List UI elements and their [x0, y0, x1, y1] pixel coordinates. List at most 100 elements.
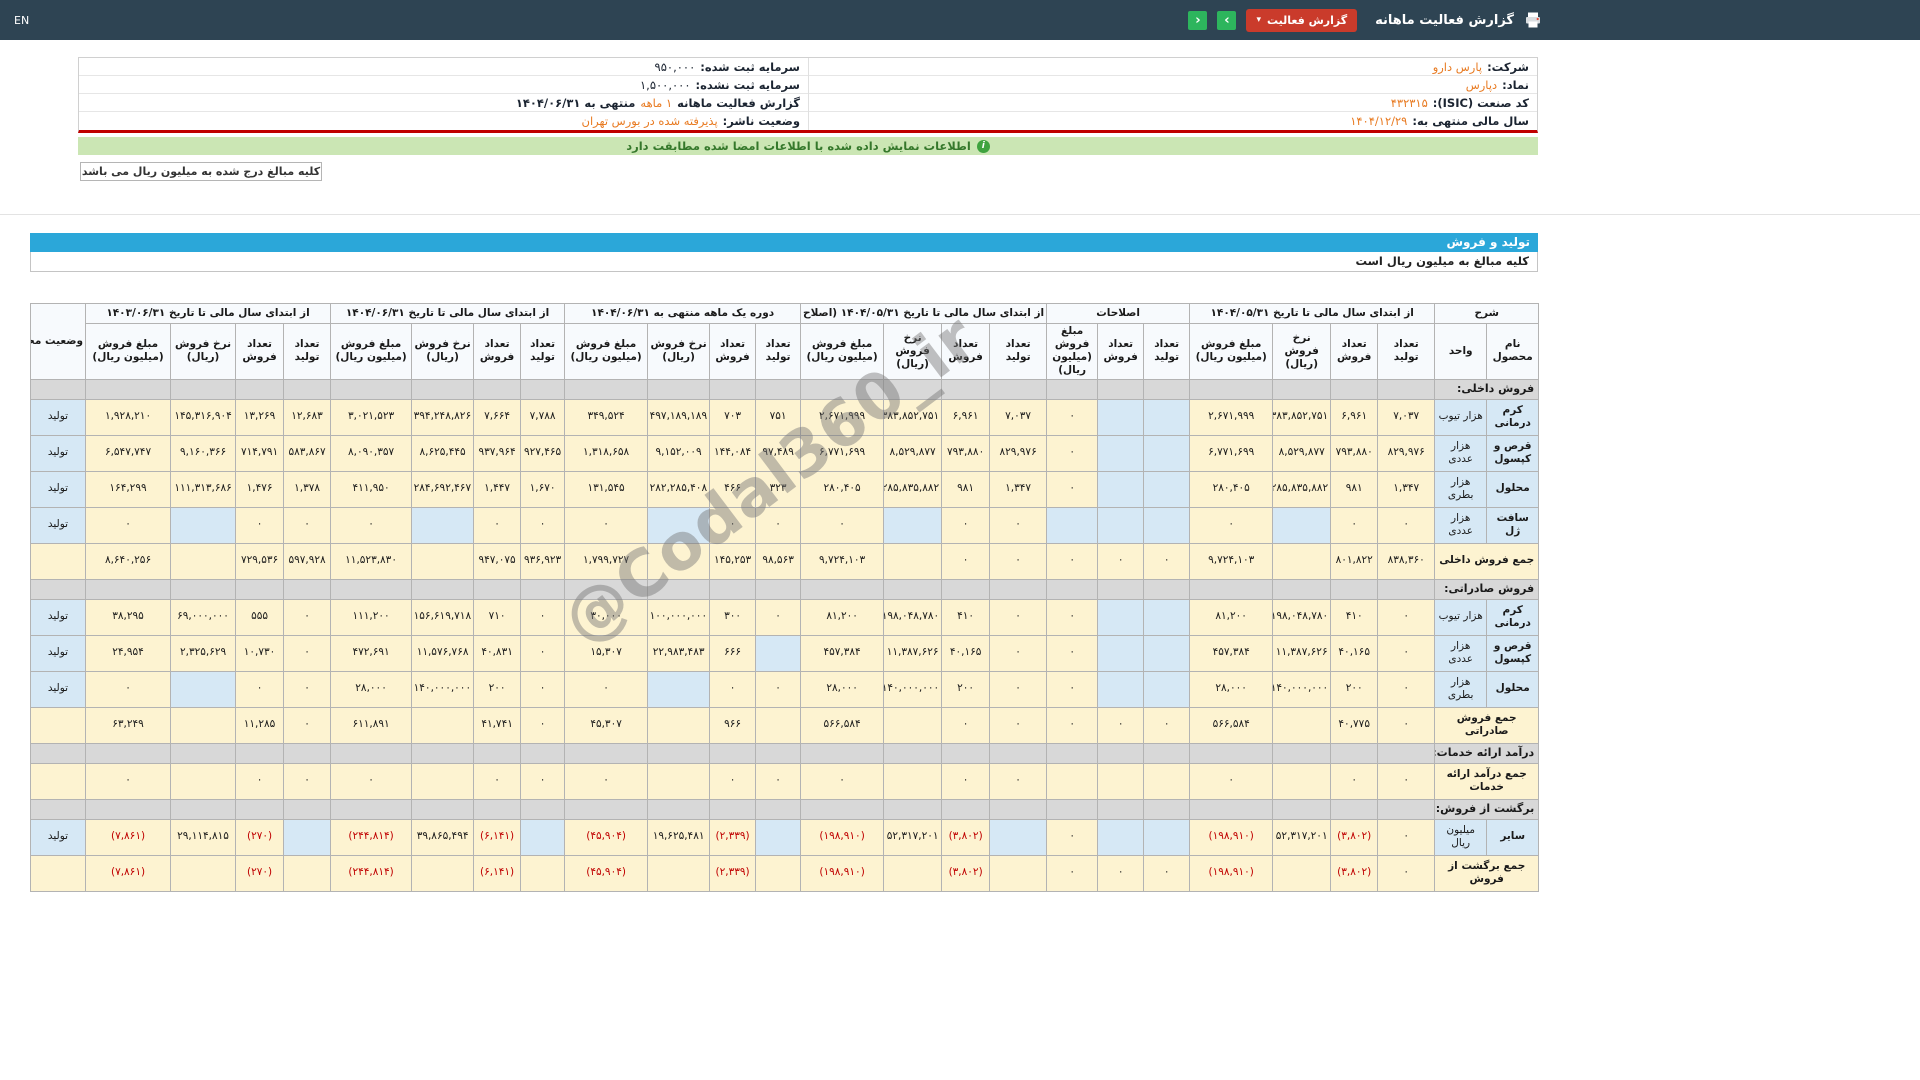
cell: [755, 378, 802, 400]
cell: [1143, 398, 1191, 436]
column-header: تعداد فروش: [1330, 323, 1379, 380]
cell: ۰: [1046, 398, 1099, 436]
cell: [709, 578, 757, 600]
section-row: برگشت از فروش:: [30, 798, 1540, 820]
product-row: قرص و کپسول هزار عددی ۸۲۹,۹۷۶ ۷۹۳,۸۸۰ ۸,۵۲۹,…: [30, 434, 1540, 472]
cell: [1097, 762, 1145, 800]
cell: ۰: [520, 598, 566, 636]
cell: [1377, 742, 1436, 764]
section-label: درآمد ارائه خدمات:: [1434, 742, 1540, 764]
cell: [170, 742, 237, 764]
cell: [30, 742, 86, 764]
cell: [330, 798, 413, 820]
production-sales-table: شرح از ابتدای سال مالی تا تاریخ ۱۴۰۴/۰۵/۳…: [30, 303, 1540, 892]
cell: ۰: [1377, 762, 1436, 800]
cell: [883, 578, 943, 600]
cell: ۰: [1143, 854, 1191, 892]
info-item: شرکت: پارس دارو: [809, 58, 1537, 76]
cell: ۱۱,۳۸۷,۶۲۶: [883, 634, 943, 672]
cell: ۲۸,۰۰۰: [800, 670, 885, 708]
top-bar: گزارش فعالیت ماهانه گزارش فعالیت ▾ › ‹ E…: [0, 0, 1920, 40]
cell: ۱,۷۹۹,۷۲۷: [564, 542, 649, 580]
status-cell: [30, 542, 86, 580]
cell: ۲۸۰,۴۰۵: [800, 470, 885, 508]
cell: [170, 762, 237, 800]
cell: ۱۲,۶۸۳: [283, 398, 332, 436]
cell: ۷۲۹,۵۳۶: [235, 542, 285, 580]
status-cell: تولید: [30, 470, 86, 508]
cell: ۹۸۱: [941, 470, 991, 508]
cell: [1097, 378, 1145, 400]
cell: [235, 578, 285, 600]
cell: ۸۳۸,۳۶۰: [1377, 542, 1436, 580]
report-type-button[interactable]: گزارش فعالیت ▾: [1246, 8, 1358, 32]
info-label: سال مالی منتهی به:: [1412, 114, 1529, 128]
cell: [883, 854, 943, 892]
cell: [283, 742, 332, 764]
cell: ۷۵۱: [755, 398, 802, 436]
cell: (۳,۸۰۲): [941, 818, 991, 856]
cell: ۰: [1330, 762, 1379, 800]
cell: ۰: [989, 506, 1048, 544]
cell: [1272, 854, 1332, 892]
cell: ۰: [84, 670, 172, 708]
cell: [1046, 506, 1099, 544]
cell: ۱۴۰,۰۰۰,۰۰۰: [883, 670, 943, 708]
info-label: شرکت:: [1487, 59, 1529, 74]
product-row: محلول هزار بطری ۱,۳۴۷ ۹۸۱ ۲۸۵,۸۳۵,۸۸۲ ۲۸۰,۴۰۵…: [30, 470, 1540, 508]
product-name-cell: قرص و کپسول: [1486, 634, 1540, 672]
previous-report-button[interactable]: ‹: [1188, 10, 1208, 30]
cell: ۰: [1143, 706, 1191, 744]
cell: (۲۴۴,۸۱۴): [330, 854, 413, 892]
column-header: تعداد فروش: [473, 323, 522, 380]
language-toggle[interactable]: EN: [14, 14, 29, 27]
cell: ۱۰۰,۰۰۰,۰۰۰: [647, 598, 711, 636]
cell: ۲۴,۹۵۴: [84, 634, 172, 672]
product-row: سافت ژل هزار عددی ۰ ۰ ۰ ۰ ۰ ۰ ۰ ۰ ۰ ۰ ۰ ۰ ۰ ۰ ۰ تولید: [30, 506, 1540, 544]
cell: ۰: [235, 506, 285, 544]
status-cell: [30, 854, 86, 892]
page-title: گزارش فعالیت ماهانه: [1375, 12, 1514, 28]
product-name-cell: سایر: [1486, 818, 1540, 856]
print-icon[interactable]: [1524, 11, 1542, 29]
desc-group-header: شرح: [1434, 303, 1540, 324]
cell: [989, 742, 1048, 764]
cell: [1143, 634, 1191, 672]
cell: ۱,۳۷۸: [283, 470, 332, 508]
info-icon: i: [976, 139, 990, 153]
cell: ۰: [1143, 542, 1191, 580]
column-group-header: دوره یک ماهه منتهی به ۱۴۰۴/۰۶/۳۱: [564, 303, 802, 324]
column-header: مبلغ فروش (میلیون ریال): [84, 323, 172, 380]
total-label: جمع درآمد ارائه خدمات: [1434, 762, 1540, 800]
cell: ۰: [473, 506, 522, 544]
cell: [1189, 378, 1274, 400]
cell: ۳,۰۲۱,۵۲۳: [330, 398, 413, 436]
cell: (۱۹۸,۹۱۰): [800, 818, 885, 856]
cell: [1272, 578, 1332, 600]
cell: [1189, 578, 1274, 600]
unit-cell: هزار تیوب: [1434, 398, 1488, 436]
cell: [520, 818, 566, 856]
column-header: نرخ فروش (ریال): [411, 323, 475, 380]
cell: [170, 378, 237, 400]
column-header: مبلغ فروش (میلیون ریال): [564, 323, 649, 380]
section-row: فروش صادراتی:: [30, 578, 1540, 600]
cell: ۹۳۶,۹۲۳: [520, 542, 566, 580]
cell: [1143, 506, 1191, 544]
next-report-button[interactable]: ›: [1217, 10, 1237, 30]
info-item: سال مالی منتهی به: ۱۴۰۴/۱۲/۲۹: [809, 112, 1537, 130]
total-row: جمع فروش داخلی ۸۳۸,۳۶۰ ۸۰۱,۸۲۲ ۹,۷۲۴,۱۰۳ ۰ ۰ ۰…: [30, 542, 1540, 580]
cell: ۷,۰۳۷: [1377, 398, 1436, 436]
cell: [1097, 470, 1145, 508]
cell: [84, 378, 172, 400]
cell: [647, 798, 711, 820]
cell: ۲۰۰: [473, 670, 522, 708]
cell: ۲۸۰,۴۰۵: [1189, 470, 1274, 508]
cell: ۲۲,۹۸۳,۴۸۳: [647, 634, 711, 672]
cell: ۰: [709, 762, 757, 800]
column-group-header: از ابتدای سال مالی تا تاریخ ۱۴۰۴/۰۵/۳۱ (…: [800, 303, 1048, 324]
cell: [411, 542, 475, 580]
cell: ۱۰,۷۳۰: [235, 634, 285, 672]
cell: [1097, 434, 1145, 472]
cell: [283, 854, 332, 892]
